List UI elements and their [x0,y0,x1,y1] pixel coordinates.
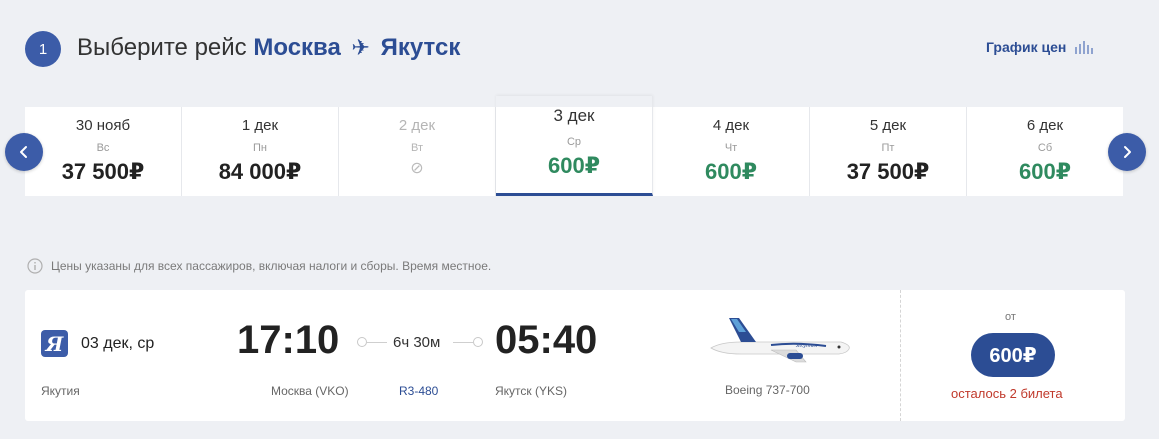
date-label: 30 нояб [75,117,131,134]
prev-dates-button[interactable] [5,133,43,171]
date-option[interactable]: 6 дек Сб 600₽ [967,107,1123,196]
date-option[interactable]: 30 нояб Вс 37 500₽ [25,107,182,196]
weekday-label: Вт [410,142,423,154]
weekday-label: Пн [253,142,267,154]
page-title: Выберите рейс Москва ✈ Якутск [77,34,460,62]
airplane-icon: ✈ [351,35,370,60]
date-label: 5 дек [869,117,907,134]
price-graph-label: График цен [986,39,1067,55]
departure-time: 17:10 [237,318,340,362]
weekday-label: Пт [881,142,895,154]
flight-duration: 6ч 30м [393,334,441,351]
route-line [453,342,473,343]
origin-city: Москва [253,34,341,61]
price-note: Цены указаны для всех пассажиров, включа… [27,258,491,274]
weekday-label: Чт [724,142,738,154]
chevron-left-icon [20,146,27,158]
chevron-right-icon [1124,146,1131,158]
price-from-label: от [1005,311,1016,323]
date-label: 1 дек [241,117,279,134]
price-note-text: Цены указаны для всех пассажиров, включа… [51,259,492,273]
next-dates-button[interactable] [1108,133,1146,171]
date-label: 3 дек [553,106,595,125]
route-end-dot [473,337,483,347]
date-label: 4 дек [712,117,750,134]
step-number-badge: 1 [25,31,61,67]
card-divider [900,290,901,421]
aircraft-model: Boeing 737-700 [725,383,810,397]
bar-chart-icon [1075,41,1094,54]
flight-number-link[interactable]: R3-480 [399,384,438,398]
date-option-unavailable: 2 дек Вт ⊘ [339,107,496,196]
date-label: 6 дек [1026,117,1064,134]
departure-airport: Москва (VKO) [271,384,349,398]
aircraft-image: Якутия [710,318,850,363]
date-selector: 30 нояб Вс 37 500₽ 1 дек Пн 84 000₽ 2 де… [25,96,1123,196]
date-option[interactable]: 5 дек Пт 37 500₽ [810,107,967,196]
date-price: 37 500₽ [61,159,145,184]
date-price: 37 500₽ [846,159,930,184]
date-price: 84 000₽ [218,159,302,184]
weekday-label: Ср [566,136,582,148]
date-label: 2 дек [398,117,436,134]
date-option[interactable]: 4 дек Чт 600₽ [653,107,810,196]
tickets-left-warning: осталось 2 билета [951,386,1063,401]
date-price: 600₽ [704,159,757,184]
airline-logo: Я [41,330,68,357]
flight-card[interactable]: Я 03 дек, ср Якутия 17:10 Москва (VKO) 6… [25,290,1125,421]
airline-name: Якутия [41,384,80,398]
arrival-airport: Якутск (YKS) [495,384,567,398]
info-icon [27,258,43,274]
weekday-label: Сб [1037,142,1053,154]
select-flight-price-button[interactable]: 600₽ [971,333,1055,377]
svg-text:Якутия: Якутия [795,343,817,349]
date-price: 600₽ [1018,159,1071,184]
route-start-dot [357,337,367,347]
weekday-label: Вс [96,142,110,154]
date-price: 600₽ [547,153,600,178]
date-option-selected[interactable]: 3 дек Ср 600₽ [496,96,653,196]
destination-city: Якутск [380,34,461,61]
flight-date: 03 дек, ср [81,335,155,352]
date-option[interactable]: 1 дек Пн 84 000₽ [182,107,339,196]
title-prefix: Выберите рейс [77,34,247,61]
route-line [367,342,387,343]
no-flights-icon: ⊘ [410,160,424,177]
arrival-time: 05:40 [495,318,598,362]
price-graph-link[interactable]: График цен [986,39,1094,55]
